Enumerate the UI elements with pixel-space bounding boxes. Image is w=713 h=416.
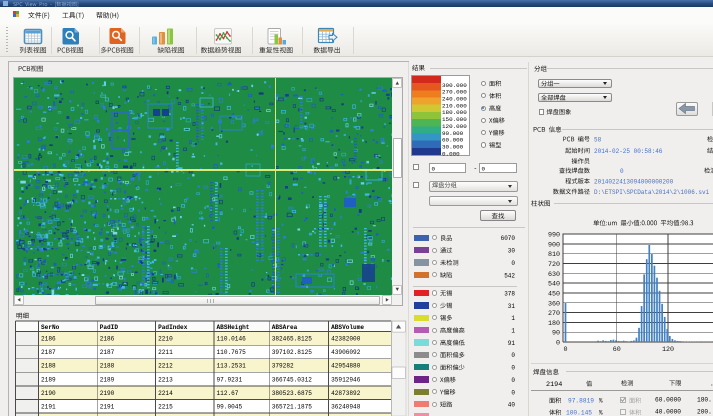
svg-text:D:\ETSPI\SPCData\2014\2\1006.s: D:\ETSPI\SPCData\2014\2\1006.svi (594, 189, 710, 196)
svg-text:120: 120 (662, 346, 674, 354)
svg-text:2014022413094000000200: 2014022413094000000200 (594, 178, 674, 185)
svg-text:%: % (599, 410, 603, 416)
svg-text:0: 0 (511, 365, 515, 372)
svg-text:542: 542 (504, 272, 515, 279)
svg-text:270: 270 (548, 310, 560, 318)
svg-text:97.8819: 97.8819 (568, 398, 594, 405)
svg-text:0: 0 (511, 377, 515, 384)
svg-text:60: 60 (613, 346, 621, 354)
svg-text:58: 58 (594, 136, 602, 143)
svg-text:200.: 200. (697, 409, 712, 416)
svg-text:90: 90 (552, 330, 560, 338)
svg-text:6070: 6070 (501, 235, 516, 242)
svg-text:0: 0 (511, 352, 515, 359)
svg-text:0: 0 (511, 260, 515, 267)
svg-text:810: 810 (548, 251, 560, 259)
svg-text:%: % (599, 398, 603, 405)
svg-text:180: 180 (548, 320, 560, 328)
svg-text:0: 0 (556, 340, 560, 348)
svg-text:2194: 2194 (546, 381, 562, 389)
svg-text:2014-02-25 00:58:46: 2014-02-25 00:58:46 (594, 148, 663, 155)
svg-text:720: 720 (548, 261, 560, 269)
svg-text:40: 40 (508, 402, 516, 409)
svg-text:540: 540 (548, 281, 560, 289)
svg-text:0: 0 (620, 168, 624, 175)
svg-text:900: 900 (548, 241, 560, 249)
svg-text:0: 0 (482, 165, 486, 172)
svg-text:100.145: 100.145 (566, 410, 592, 416)
svg-text:60.0000: 60.0000 (655, 397, 681, 404)
svg-text:378: 378 (504, 290, 515, 297)
svg-text:180.: 180. (697, 397, 712, 404)
svg-text:0: 0 (563, 346, 567, 354)
svg-text:360: 360 (548, 300, 560, 308)
svg-text:0: 0 (432, 165, 436, 172)
svg-text:990: 990 (548, 232, 560, 240)
svg-text:0.000: 0.000 (442, 150, 460, 157)
svg-text:40.0000: 40.0000 (655, 409, 681, 416)
svg-text:0: 0 (511, 389, 515, 396)
svg-text:1: 1 (511, 328, 515, 335)
svg-text:1: 1 (511, 315, 515, 322)
svg-text:30: 30 (508, 248, 516, 255)
svg-text:91: 91 (508, 340, 516, 347)
svg-text:630: 630 (548, 271, 560, 279)
svg-text:450: 450 (548, 290, 560, 298)
svg-text:31: 31 (508, 303, 516, 310)
svg-text:-: - (474, 165, 478, 172)
